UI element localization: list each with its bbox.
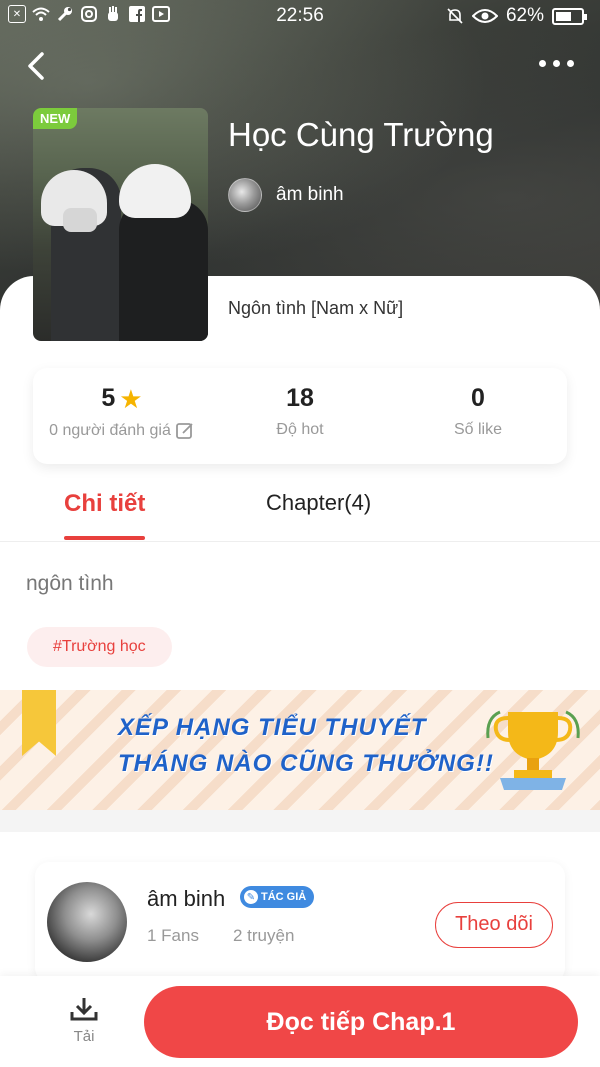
story-author-row[interactable]: âm binh [228,178,344,212]
rating-label: 0 người đánh giá [49,422,171,439]
stat-like: 0 Số like [389,368,567,464]
story-cover-image: NEW [33,108,208,341]
hot-value: 18 [286,384,314,412]
stats-card: 5 ★ 0 người đánh giá 18 Độ hot 0 Số like [33,368,567,464]
mute-bell-icon [446,7,464,25]
author-avatar-small [228,178,262,212]
author-works: 2 truyện [233,926,295,945]
bottom-action-bar: Tải Đọc tiếp Chap.1 [0,976,600,1067]
star-icon: ★ [119,383,143,414]
author-badge-label: TÁC GIẢ [261,891,307,903]
author-role-badge: ✎ TÁC GIẢ [240,886,315,908]
author-fans: 1 Fans [147,926,199,945]
tab-detail[interactable]: Chi tiết [64,490,146,540]
hot-label: Độ hot [276,421,324,438]
section-divider [0,810,600,832]
tab-chapters[interactable]: Chapter(4) [266,490,371,516]
dot-icon [553,60,560,67]
author-badge-icon: ✎ [244,890,258,904]
status-bar: ✕ 22:56 62% [0,0,600,32]
stat-rating[interactable]: 5 ★ 0 người đánh giá [33,368,211,464]
dot-icon [539,60,546,67]
follow-button[interactable]: Theo dõi [435,902,553,948]
status-right-icons: 62% [446,5,587,27]
banner-line-2: THÁNG NÀO CŨNG THƯỞNG!! [118,750,494,777]
story-genre: Ngôn tình [Nam x Nữ] [228,298,404,318]
like-label: Số like [453,421,503,438]
stat-hot: 18 Độ hot [211,368,389,464]
story-description: ngôn tình [26,572,114,595]
story-author-name: âm binh [276,184,344,205]
more-options-button[interactable] [539,60,574,67]
trophy-icon [486,710,580,790]
battery-percent: 62% [505,5,544,26]
story-title: Học Cùng Trường [228,116,494,153]
like-value: 0 [471,384,485,412]
ranking-banner[interactable]: XẾP HẠNG TIỂU THUYẾT THÁNG NÀO CŨNG THƯỞ… [0,690,600,810]
dot-icon [567,60,574,67]
new-badge: NEW [33,108,78,129]
edit-icon[interactable] [175,421,195,441]
rating-value: 5 [101,384,116,412]
chevron-left-icon [28,52,44,80]
eye-icon [471,7,498,25]
banner-line-1: XẾP HẠNG TIỂU THUYẾT [118,714,427,741]
author-avatar[interactable] [47,882,127,962]
download-button[interactable]: Tải [62,996,106,1045]
download-icon [70,998,98,1021]
battery-icon [552,7,587,25]
author-card-name[interactable]: âm binh [147,886,225,912]
back-button[interactable] [22,48,52,84]
download-label: Tải [73,1028,95,1045]
author-card[interactable]: âm binh ✎ TÁC GIẢ 1 Fans 2 truyện Theo d… [35,862,565,982]
continue-reading-button[interactable]: Đọc tiếp Chap.1 [144,986,578,1058]
tag-chip[interactable]: #Trường học [27,627,172,667]
tab-bar: Chi tiết Chapter(4) [0,490,600,542]
ribbon-icon [22,690,56,756]
